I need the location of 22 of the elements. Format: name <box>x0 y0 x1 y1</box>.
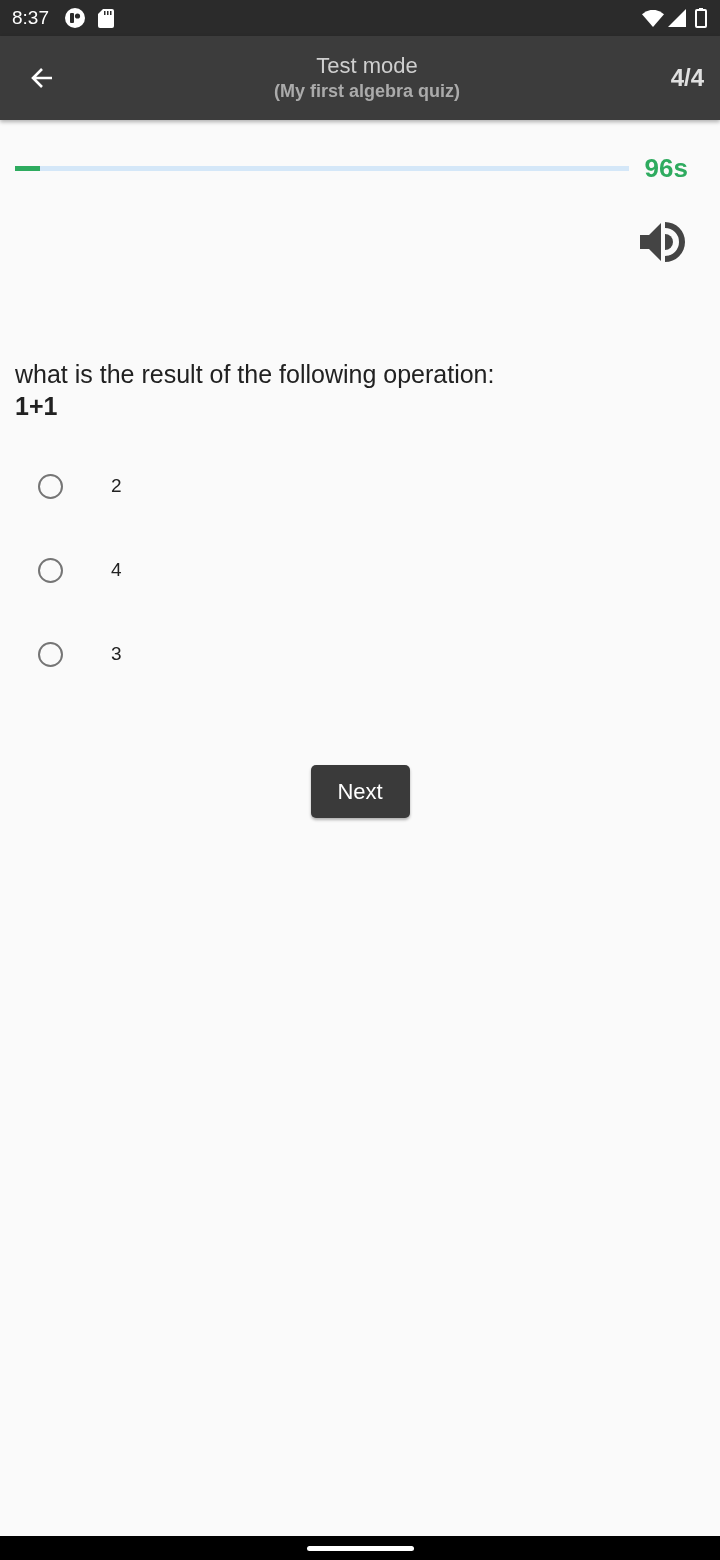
sd-card-icon <box>98 8 114 28</box>
back-arrow-icon[interactable] <box>30 66 54 90</box>
option-label: 3 <box>111 643 122 665</box>
home-handle[interactable] <box>306 1545 414 1551</box>
question-text: what is the result of the following operation: <box>15 359 496 390</box>
battery-icon <box>695 8 707 28</box>
speaker-icon[interactable] <box>640 220 686 264</box>
status-time: 8:37 <box>12 6 49 30</box>
question-expression: 1+1 <box>15 391 58 422</box>
option-label: 4 <box>111 559 122 581</box>
screen-title: Test mode <box>316 53 418 79</box>
radio-button[interactable] <box>38 641 63 667</box>
signal-icon <box>668 9 686 27</box>
radio-button[interactable] <box>38 473 63 499</box>
quiz-name: (My first algebra quiz) <box>274 80 460 103</box>
circle-logo-icon <box>65 8 85 28</box>
next-button[interactable]: Next <box>310 765 410 818</box>
radio-button[interactable] <box>38 557 63 583</box>
timer-seconds: 96s <box>644 152 688 184</box>
wifi-icon <box>642 9 664 27</box>
question-counter: 4/4 <box>670 64 704 92</box>
option-label: 2 <box>111 475 122 497</box>
